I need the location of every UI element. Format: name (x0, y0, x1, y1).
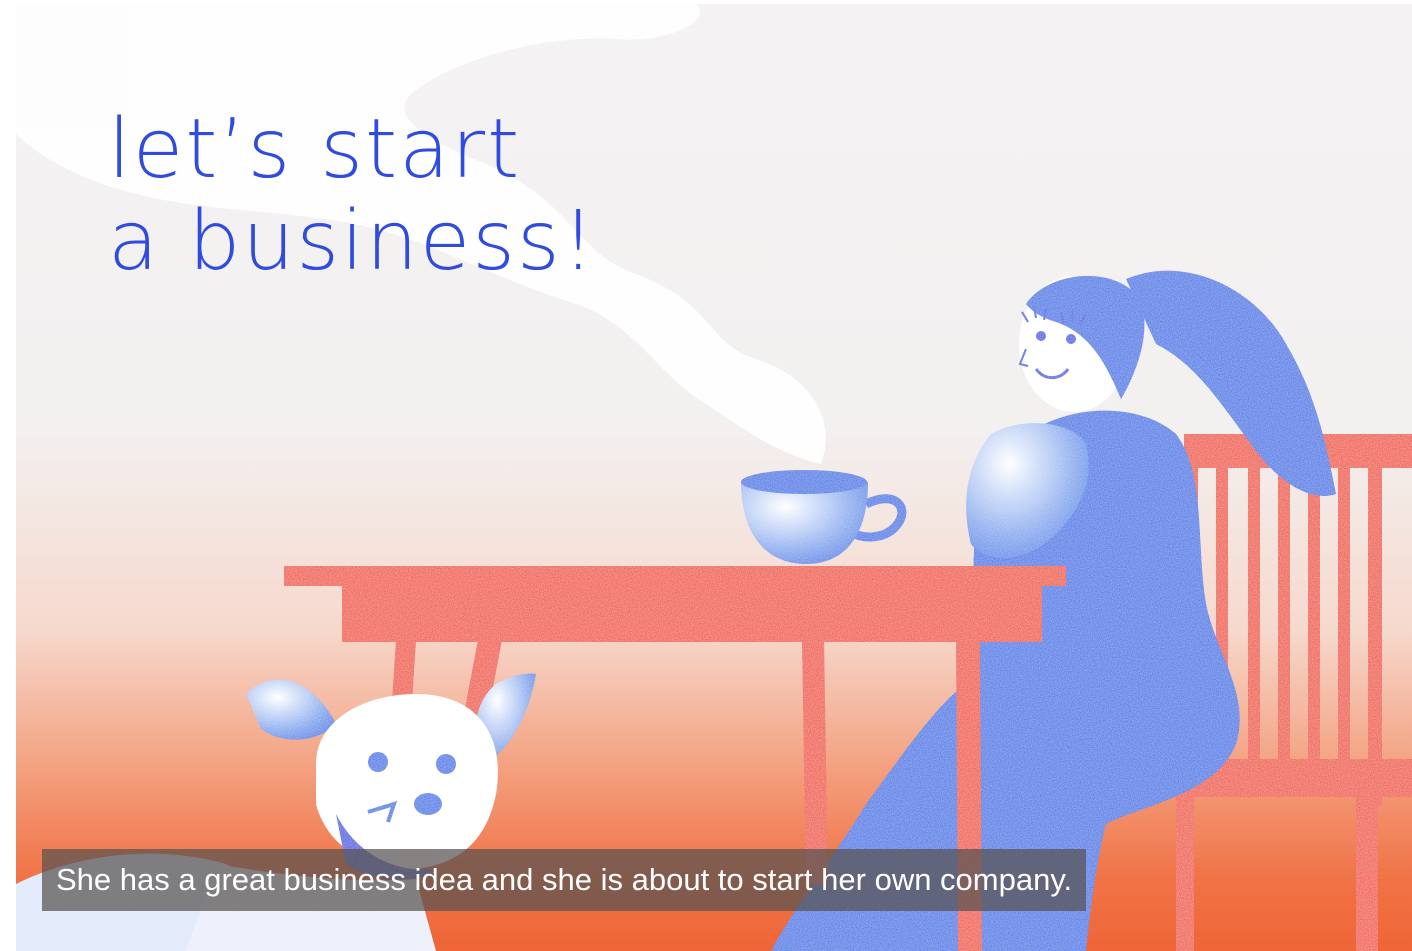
title-line-1: let’s start (108, 102, 522, 197)
title-line-2: a business! (108, 194, 597, 289)
video-frame: let’s start a business! She has a great … (16, 4, 1412, 951)
page-title: let’s start a business! (108, 104, 597, 288)
coffee-cup (741, 470, 907, 564)
subtitle-caption: She has a great business idea and she is… (42, 849, 1087, 911)
